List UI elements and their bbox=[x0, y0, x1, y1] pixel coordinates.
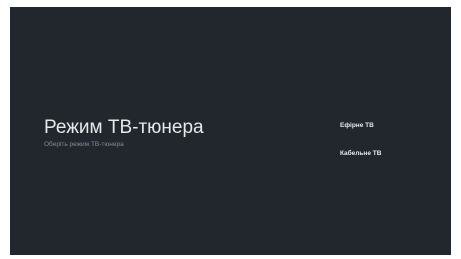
tv-tuner-mode-screen: Режим ТВ-тюнера Оберіть режим ТВ-тюнера … bbox=[10, 7, 451, 255]
option-cable-tv[interactable]: Кабельне ТВ bbox=[340, 149, 381, 158]
page-subtitle: Оберіть режим ТВ-тюнера bbox=[44, 141, 124, 148]
page-title: Режим ТВ-тюнера bbox=[44, 117, 204, 138]
option-antenna-tv[interactable]: Ефірне ТВ bbox=[340, 121, 374, 130]
